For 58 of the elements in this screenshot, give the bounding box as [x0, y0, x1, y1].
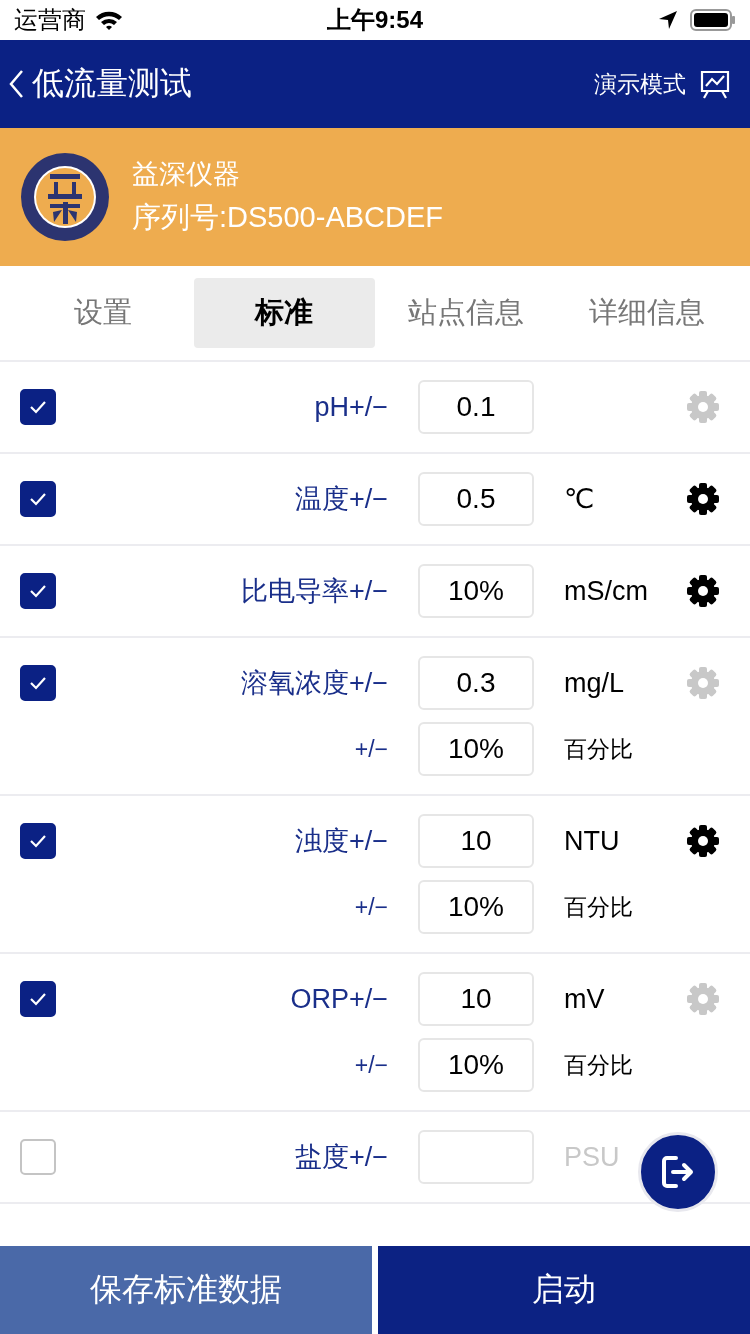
demo-mode-link[interactable]: 演示模式: [594, 68, 686, 100]
checkbox[interactable]: [20, 389, 56, 425]
unit-label: NTU: [564, 825, 621, 857]
check-icon: [28, 991, 48, 1007]
parameter-label: 溶氧浓度+/−: [239, 667, 388, 700]
serial-number: 序列号:DS500-ABCDEF: [132, 200, 443, 235]
tolerance-field[interactable]: 10: [418, 814, 534, 868]
parameter-label: +/−: [353, 1051, 388, 1079]
tolerance-field[interactable]: 10: [418, 972, 534, 1026]
start-button[interactable]: 启动: [378, 1246, 750, 1334]
company-logo-icon: [20, 152, 110, 242]
parameter-label: 浊度+/−: [293, 825, 388, 858]
save-button[interactable]: 保存标准数据: [0, 1246, 372, 1334]
location-icon: [658, 10, 678, 30]
tab[interactable]: 设置: [12, 278, 194, 348]
parameter-label: ORP+/−: [289, 983, 388, 1015]
parameter-label: 比电导率+/−: [239, 575, 388, 608]
checkbox[interactable]: [20, 981, 56, 1017]
wifi-icon: [94, 9, 124, 31]
parameter-label: +/−: [353, 893, 388, 921]
page-title: 低流量测试: [32, 63, 192, 104]
checkbox[interactable]: [20, 573, 56, 609]
unit-label: mg/L: [564, 667, 626, 699]
unit-label: mV: [564, 983, 606, 1015]
tolerance-field[interactable]: 0.3: [418, 656, 534, 710]
unit-label: 百分比: [564, 734, 634, 764]
parameter-label: 盐度+/−: [293, 1141, 388, 1174]
device-name: 益深仪器: [132, 157, 241, 191]
tab[interactable]: 详细信息: [556, 278, 738, 348]
check-icon: [28, 491, 48, 507]
unit-label: ℃: [564, 483, 596, 515]
tolerance-field[interactable]: 10%: [418, 564, 534, 618]
checkbox[interactable]: [20, 665, 56, 701]
tab[interactable]: 站点信息: [375, 278, 557, 348]
tolerance-field[interactable]: 10%: [418, 1038, 534, 1092]
tolerance-field[interactable]: 0.5: [418, 472, 534, 526]
carrier-name: 运营商: [14, 5, 86, 36]
tab[interactable]: 标准: [193, 278, 375, 348]
tolerance-field[interactable]: 10%: [418, 722, 534, 776]
chart-board-icon[interactable]: [700, 69, 730, 99]
unit-label: 百分比: [564, 892, 634, 922]
back-icon[interactable]: [8, 69, 24, 99]
check-icon: [28, 583, 48, 599]
tolerance-field[interactable]: [418, 1130, 534, 1184]
battery-icon: [690, 9, 736, 31]
check-icon: [28, 399, 48, 415]
unit-label: 百分比: [564, 1050, 634, 1080]
check-icon: [28, 675, 48, 691]
parameter-label: +/−: [353, 735, 388, 763]
tolerance-field[interactable]: 10%: [418, 880, 534, 934]
parameter-label: 温度+/−: [293, 483, 388, 516]
unit-label: mS/cm: [564, 575, 649, 607]
parameter-label: pH+/−: [313, 391, 388, 423]
checkbox[interactable]: [20, 481, 56, 517]
check-icon: [28, 833, 48, 849]
tolerance-field[interactable]: 0.1: [418, 380, 534, 434]
checkbox[interactable]: [20, 823, 56, 859]
status-time: 上午9:54: [326, 5, 423, 35]
